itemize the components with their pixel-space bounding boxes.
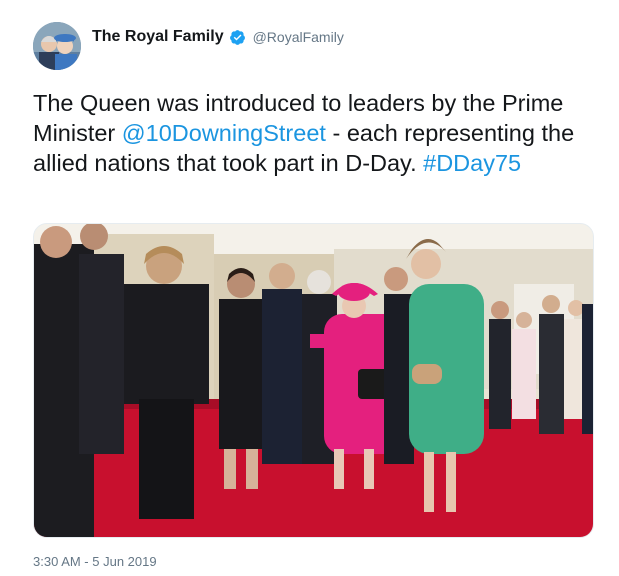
tweet-text: The Queen was introduced to leaders by t… (33, 88, 603, 178)
mention-link[interactable]: @10DowningStreet (122, 120, 326, 146)
author-line: The Royal Family @RoyalFamily (92, 27, 344, 47)
author-display-name[interactable]: The Royal Family (92, 28, 224, 46)
photo-icon (34, 224, 593, 537)
tweet-timestamp[interactable]: 3:30 AM - 5 Jun 2019 (33, 554, 157, 569)
hashtag-link[interactable]: #DDay75 (423, 150, 521, 176)
author-avatar[interactable] (33, 22, 81, 70)
tweet-photo[interactable] (33, 223, 594, 538)
avatar-photo-icon (33, 22, 81, 70)
author-handle[interactable]: @RoyalFamily (253, 29, 344, 45)
verified-badge-icon (229, 29, 245, 45)
